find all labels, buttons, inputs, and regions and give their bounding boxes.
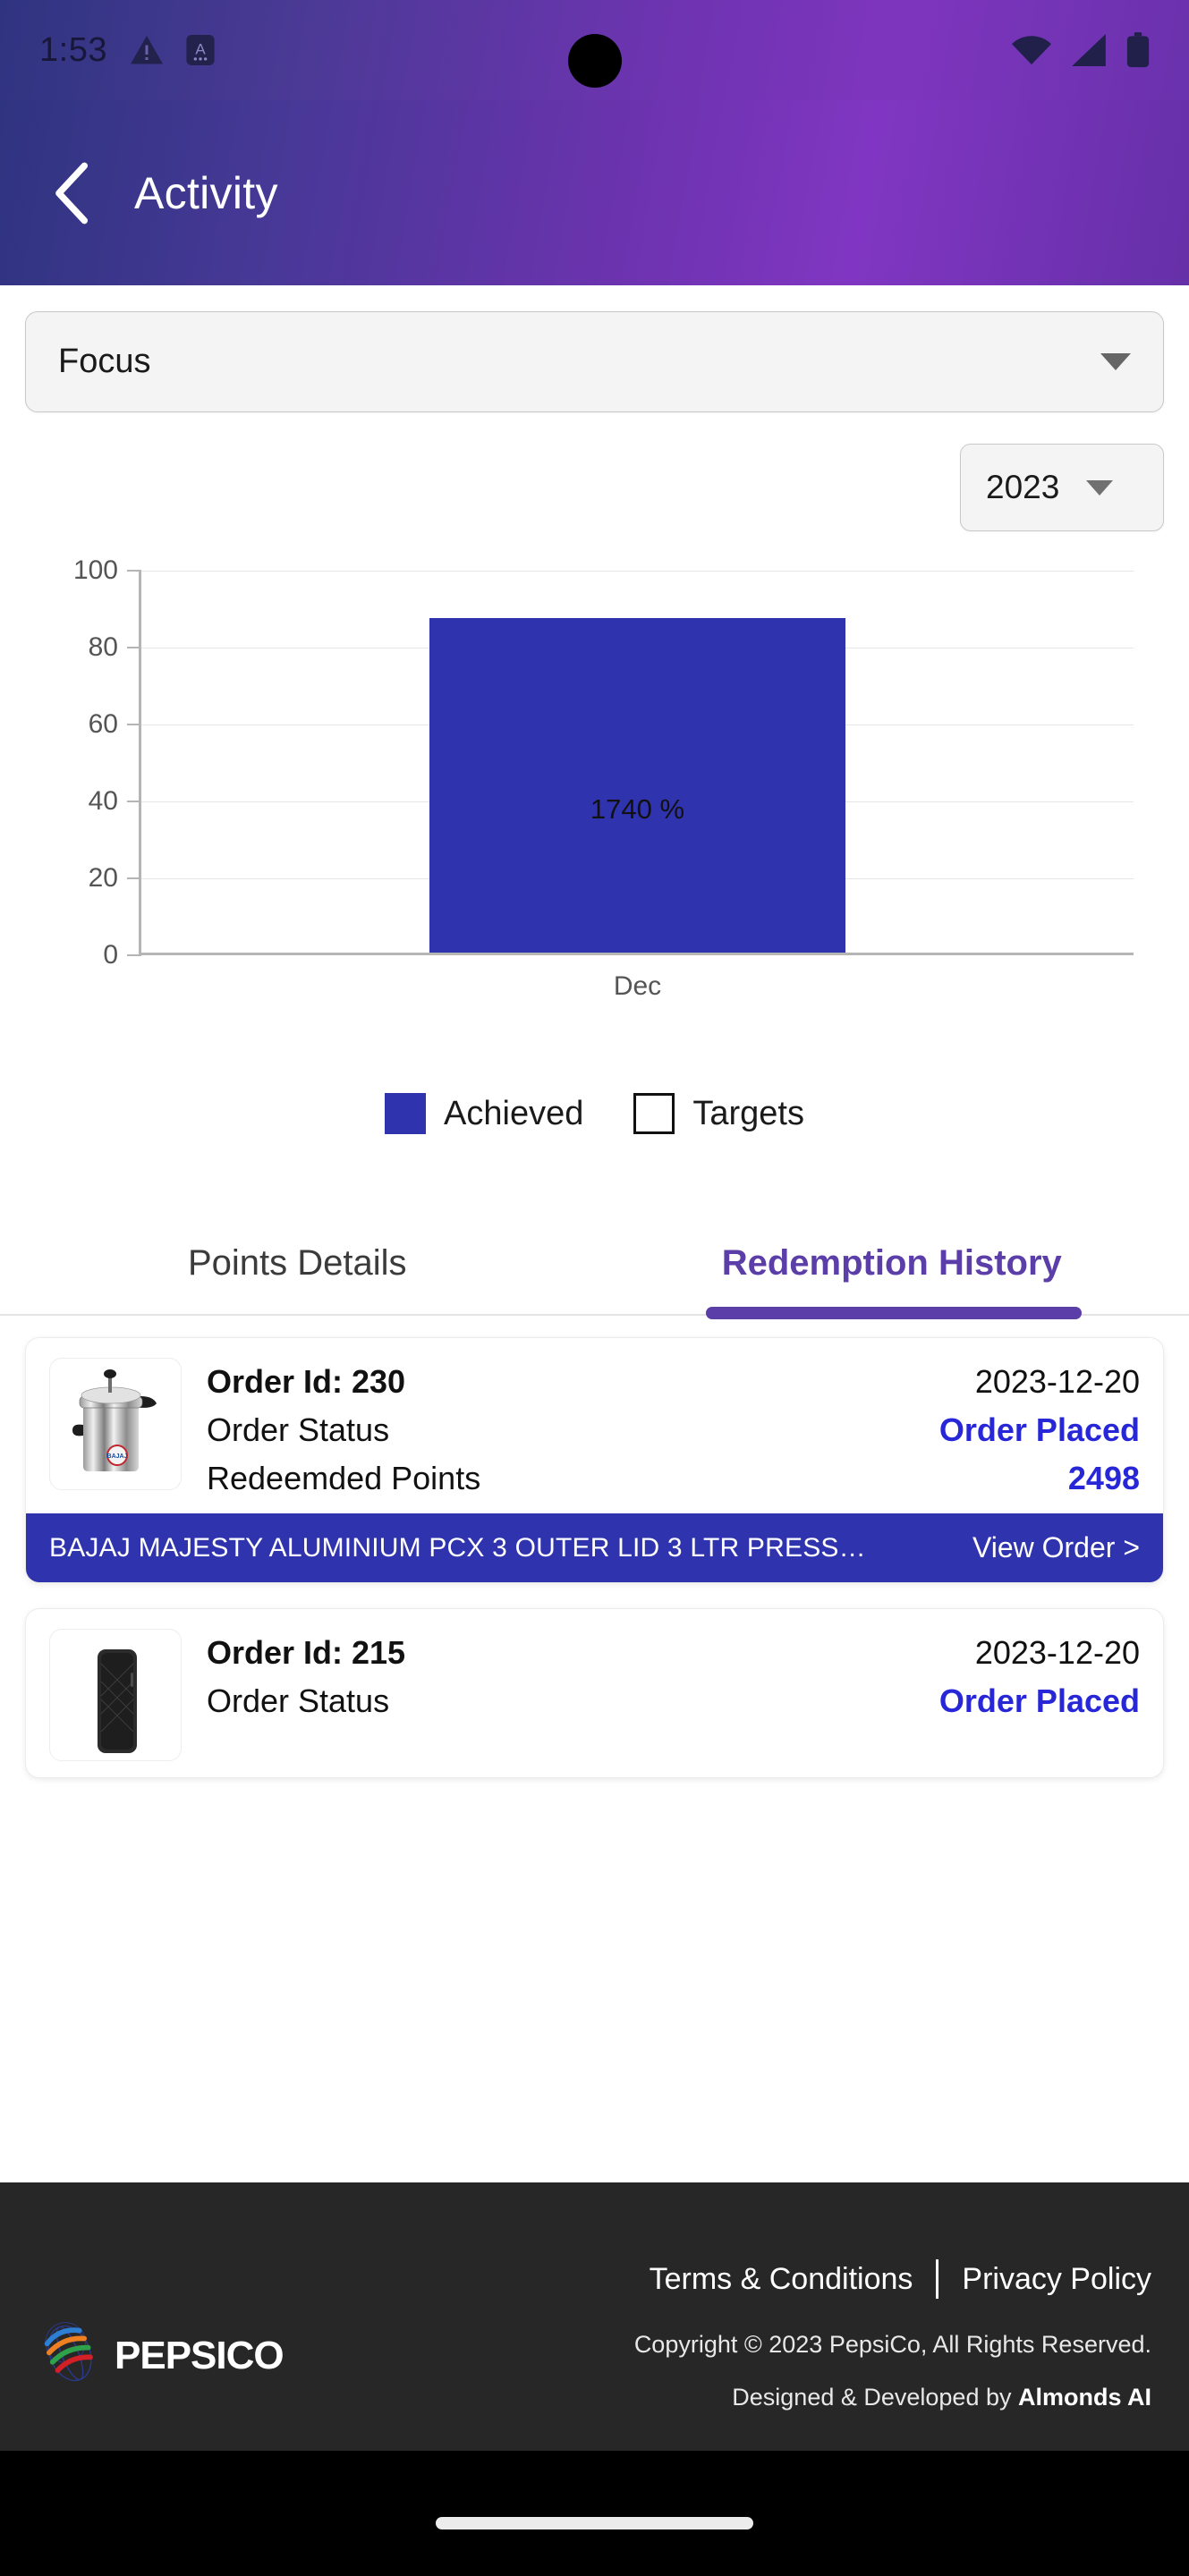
phone-screen: 1:53 A Activity Focus 2023 100 80 60 40 …	[0, 0, 1189, 2576]
status-bar-right	[1012, 32, 1150, 68]
order-date: 2023-12-20	[974, 1363, 1140, 1400]
chart-y-tick-label: 40	[88, 786, 118, 816]
redeemed-points-row: Redeemded Points 2498	[207, 1460, 1140, 1497]
status-bar-left: 1:53 A	[39, 31, 215, 70]
terms-and-conditions-link[interactable]: Terms & Conditions	[650, 2262, 913, 2297]
status-bar-clock: 1:53	[39, 30, 107, 69]
pepsico-globe-icon	[38, 2318, 102, 2393]
order-card-info: Order Id: 215 2023-12-20 Order Status Or…	[207, 1629, 1140, 1761]
pepsico-wordmark: PEPSICO	[115, 2333, 285, 2377]
credit-prefix: Designed & Developed by	[732, 2384, 1018, 2411]
footer-bottom: PEPSICO Copyright © 2023 PepsiCo, All Ri…	[38, 2301, 1151, 2411]
chart-y-tick-label: 0	[103, 940, 118, 970]
chevron-down-icon	[1100, 353, 1131, 370]
privacy-policy-link[interactable]: Privacy Policy	[962, 2262, 1151, 2297]
chart-gridline	[141, 571, 1134, 572]
chart-y-tick	[127, 954, 141, 956]
cellular-signal-icon	[1071, 34, 1107, 66]
order-status-row: Order Status Order Placed	[207, 1411, 1140, 1449]
order-card-footer[interactable]: BAJAJ MAJESTY ALUMINIUM PCX 3 OUTER LID …	[26, 1513, 1163, 1582]
font-size-icon: A	[186, 35, 215, 65]
page-title: Activity	[134, 167, 278, 218]
chart-y-tick	[127, 724, 141, 725]
tab-bar: Points Details Redemption History	[0, 1220, 1189, 1319]
order-card[interactable]: BAJAJ Order Id: 230 2023-12-20 Order Sta…	[25, 1337, 1164, 1583]
legend-swatch-achieved	[385, 1093, 427, 1134]
app-header: Activity	[0, 100, 1189, 285]
copyright-text: Copyright © 2023 PepsiCo, All Rights Res…	[633, 2331, 1151, 2358]
chart-y-tick	[127, 877, 141, 879]
activity-bar-chart: 100 80 60 40 20 0 1740 % Dec	[0, 555, 1189, 1036]
order-id-row: Order Id: 215 2023-12-20	[207, 1634, 1140, 1672]
chart-bar-dec[interactable]: 1740 %	[429, 617, 846, 953]
pepsico-logo: PEPSICO	[38, 2318, 285, 2393]
chart-y-tick-label: 60	[88, 709, 118, 739]
order-id-label: Order Id: 230	[207, 1363, 406, 1400]
wifi-icon	[1012, 34, 1051, 66]
redemption-history-list: BAJAJ Order Id: 230 2023-12-20 Order Sta…	[0, 1316, 1189, 1778]
credit-text: Designed & Developed by Almonds AI	[634, 2384, 1151, 2411]
focus-dropdown[interactable]: Focus	[25, 311, 1164, 412]
order-status-label: Order Status	[207, 1411, 390, 1448]
order-card-info: Order Id: 230 2023-12-20 Order Status Or…	[207, 1358, 1140, 1497]
home-indicator[interactable]	[436, 2517, 753, 2529]
chart-y-tick-label: 80	[88, 632, 118, 662]
pressure-cooker-image: BAJAJ	[49, 1358, 182, 1490]
tab-points-details[interactable]: Points Details	[0, 1220, 595, 1314]
chart-y-tick	[127, 647, 141, 648]
order-id-label: Order Id: 215	[207, 1634, 406, 1671]
focus-dropdown-value: Focus	[58, 343, 151, 380]
chart-y-tick	[127, 570, 141, 572]
order-card[interactable]: Order Id: 215 2023-12-20 Order Status Or…	[25, 1608, 1164, 1778]
legend-label-achieved: Achieved	[444, 1094, 584, 1132]
tab-active-indicator	[706, 1307, 1082, 1319]
product-name: BAJAJ MAJESTY ALUMINIUM PCX 3 OUTER LID …	[49, 1532, 866, 1563]
order-status-label: Order Status	[207, 1682, 390, 1719]
redeemed-points-value: 2498	[1067, 1460, 1140, 1496]
view-order-link[interactable]: View Order >	[972, 1531, 1140, 1564]
chart-bar-value-label: 1740 %	[590, 793, 685, 825]
chart-legend: Achieved Targets	[0, 1093, 1189, 1134]
chart-plot-area: 100 80 60 40 20 0 1740 % Dec	[73, 555, 1134, 1001]
redeemed-points-label: Redeemded Points	[207, 1460, 481, 1496]
chevron-down-icon	[1086, 479, 1114, 496]
tab-redemption-history[interactable]: Redemption History	[595, 1220, 1189, 1314]
chart-y-tick-label: 100	[72, 555, 118, 585]
footer-links: Terms & Conditions Privacy Policy	[38, 2182, 1151, 2299]
legend-swatch-targets	[633, 1093, 675, 1134]
order-status-row: Order Status Order Placed	[207, 1682, 1140, 1720]
footer-divider	[936, 2259, 939, 2299]
chevron-left-icon	[55, 162, 89, 224]
warning-triangle-icon	[130, 36, 163, 64]
back-button[interactable]	[36, 158, 106, 228]
android-nav-bar	[0, 2451, 1189, 2576]
svg-text:BAJAJ: BAJAJ	[107, 1453, 128, 1460]
main-content: Focus 2023 100 80 60 40 20 0 1740 % Dec Achieve…	[0, 285, 1189, 2182]
year-dropdown[interactable]: 2023	[960, 444, 1164, 531]
credit-company: Almonds AI	[1017, 2384, 1151, 2411]
year-dropdown-row: 2023	[0, 412, 1189, 531]
site-footer: Terms & Conditions Privacy Policy PEPSIC…	[0, 2182, 1189, 2451]
chart-y-tick	[127, 801, 141, 802]
front-camera-cutout	[567, 34, 622, 88]
power-bank-image	[49, 1629, 182, 1761]
chart-x-tick-label: Dec	[613, 971, 662, 1001]
svg-text:A: A	[195, 40, 206, 57]
order-id-row: Order Id: 230 2023-12-20	[207, 1363, 1140, 1401]
battery-icon	[1126, 32, 1150, 68]
order-card-body: BAJAJ Order Id: 230 2023-12-20 Order Sta…	[26, 1338, 1163, 1513]
footer-copyright-block: Copyright © 2023 PepsiCo, All Rights Res…	[634, 2301, 1151, 2411]
year-dropdown-value: 2023	[986, 469, 1060, 505]
order-card-body: Order Id: 215 2023-12-20 Order Status Or…	[26, 1609, 1163, 1777]
order-date: 2023-12-20	[974, 1634, 1140, 1671]
legend-label-targets: Targets	[692, 1094, 804, 1132]
order-status-value: Order Placed	[938, 1682, 1140, 1719]
chart-y-tick-label: 20	[88, 863, 118, 893]
status-bar: 1:53 A	[0, 0, 1189, 100]
order-status-value: Order Placed	[938, 1411, 1140, 1448]
